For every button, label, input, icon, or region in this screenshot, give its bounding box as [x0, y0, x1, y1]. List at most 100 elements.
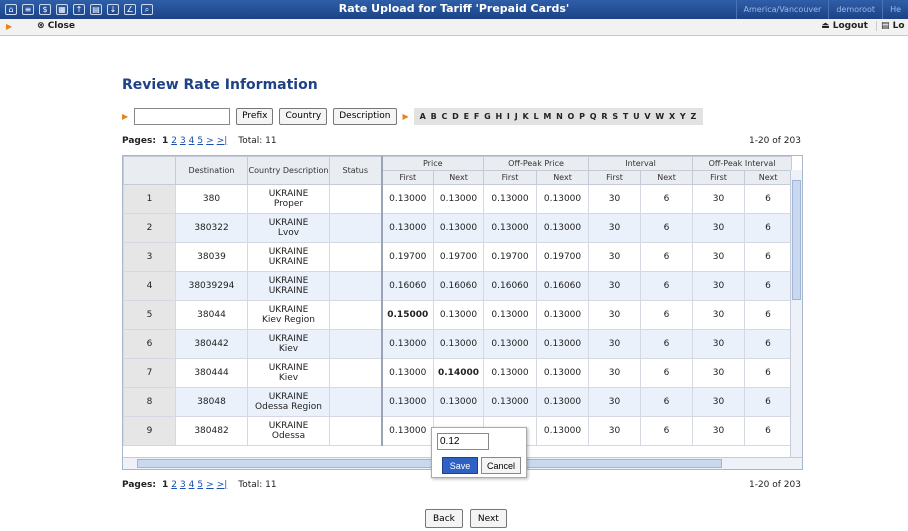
rate-cell[interactable]: 30	[588, 271, 642, 301]
rate-cell[interactable]: 0.19700	[432, 242, 485, 272]
rate-cell[interactable]: 6	[640, 416, 694, 446]
logout-button[interactable]: ⏏ Logout	[821, 21, 868, 31]
rate-cell[interactable]: 30	[692, 271, 746, 301]
rate-cell[interactable]: 0.13000	[380, 213, 434, 243]
rate-cell[interactable]: 30	[692, 358, 746, 388]
rate-cell[interactable]: 0.13000	[536, 213, 590, 243]
page-link[interactable]: 5	[197, 480, 203, 490]
rate-cell[interactable]: 0.13000	[380, 329, 434, 359]
table-row[interactable]: 3 38039 UKRAINE UKRAINE 0.19700 0.19700 0.1970…	[123, 242, 793, 272]
rate-cell[interactable]: 6	[640, 242, 694, 272]
rate-cell[interactable]: 0.13000	[536, 387, 590, 417]
rate-cell[interactable]: 0.19700	[380, 242, 434, 272]
scroll-thumb[interactable]	[792, 180, 801, 300]
next-button[interactable]: Next	[469, 509, 507, 528]
rate-cell[interactable]: 30	[692, 300, 746, 330]
back-button[interactable]: Back	[425, 509, 463, 528]
timezone-link[interactable]: America/Vancouver	[735, 0, 829, 19]
report-icon[interactable]: ▤	[90, 4, 102, 15]
rate-cell[interactable]: 6	[744, 300, 793, 330]
rate-cell[interactable]: 0.13000	[432, 184, 485, 214]
rate-cell[interactable]: 0.19700	[483, 242, 538, 272]
rate-cell[interactable]: 30	[588, 300, 642, 330]
rate-cell[interactable]: 0.13000	[432, 300, 485, 330]
rate-cell[interactable]: 6	[640, 387, 694, 417]
rate-cell[interactable]: 0.16060	[380, 271, 434, 301]
rate-cell[interactable]: 0.13000	[483, 329, 538, 359]
cancel-button[interactable]: Cancel	[481, 457, 521, 474]
description-button[interactable]: Description	[333, 108, 397, 125]
rate-cell[interactable]: 30	[588, 387, 642, 417]
page-link[interactable]: 5	[197, 136, 203, 146]
last-page-link[interactable]: >|	[217, 136, 228, 146]
rate-cell[interactable]: 0.13000	[432, 387, 485, 417]
table-row[interactable]: 1 380 UKRAINE Proper 0.13000 0.13000 0.13000 0.…	[123, 184, 793, 214]
help-link[interactable]: He	[882, 0, 908, 19]
rate-cell[interactable]: 6	[640, 329, 694, 359]
rate-cell[interactable]: 0.15000	[380, 300, 434, 330]
rate-cell[interactable]: 6	[744, 242, 793, 272]
rate-cell[interactable]: 30	[692, 213, 746, 243]
rate-cell[interactable]: 0.13000	[432, 329, 485, 359]
table-row[interactable]: 6 380442 UKRAINE Kiev 0.13000 0.13000 0.13000 0…	[123, 329, 793, 359]
rate-cell[interactable]: 0.13000	[483, 213, 538, 243]
country-header[interactable]: Country Description	[247, 156, 330, 185]
page-link[interactable]: 2	[171, 136, 177, 146]
rate-cell[interactable]: 6	[744, 387, 793, 417]
last-page-link[interactable]: >|	[217, 480, 228, 490]
list-icon[interactable]: ≡	[22, 4, 34, 15]
destination-header[interactable]: Destination	[175, 156, 248, 185]
search-input[interactable]	[134, 108, 231, 125]
rate-cell[interactable]: 30	[692, 329, 746, 359]
page-link[interactable]: 4	[189, 480, 195, 490]
rate-cell[interactable]: 6	[744, 184, 793, 214]
rate-cell[interactable]: 0.13000	[536, 416, 590, 446]
rate-cell[interactable]: 0.13000	[483, 358, 538, 388]
upload-icon[interactable]: ↑	[73, 4, 85, 15]
rate-cell[interactable]: 30	[588, 184, 642, 214]
search-icon[interactable]: ⌕	[141, 4, 153, 15]
page-link[interactable]: 2	[171, 480, 177, 490]
rate-cell[interactable]: 6	[744, 416, 793, 446]
rate-cell[interactable]: 30	[692, 416, 746, 446]
table-row[interactable]: 4 38039294 UKRAINE UKRAINE 0.16060 0.16060 0.1…	[123, 271, 793, 301]
table-row[interactable]: 5 38044 UKRAINE Kiev Region 0.15000 0.13000 0.…	[123, 300, 793, 330]
log-button[interactable]: ▤ Lo	[876, 21, 908, 31]
rate-cell[interactable]: 0.13000	[380, 387, 434, 417]
page-link[interactable]: 4	[189, 136, 195, 146]
rate-cell[interactable]: 6	[744, 358, 793, 388]
rate-cell[interactable]: 0.13000	[536, 358, 590, 388]
page-link[interactable]: 3	[180, 136, 186, 146]
user-name[interactable]: demoroot	[828, 0, 882, 19]
next-page-link[interactable]: >	[206, 136, 214, 146]
rate-cell[interactable]: 6	[744, 213, 793, 243]
dollar-icon[interactable]: $	[39, 4, 51, 15]
rate-cell[interactable]: 30	[692, 387, 746, 417]
close-button[interactable]: ⊗ Close	[37, 21, 75, 31]
rate-cell[interactable]: 30	[588, 213, 642, 243]
rate-cell[interactable]: 0.13000	[483, 300, 538, 330]
rate-cell[interactable]: 0.13000	[536, 184, 590, 214]
rate-cell[interactable]: 0.13000	[536, 300, 590, 330]
home-icon[interactable]: ⌂	[5, 4, 17, 15]
save-button[interactable]: Save	[442, 457, 478, 474]
rate-cell[interactable]: 0.14000	[432, 358, 485, 388]
table-row[interactable]: 7 380444 UKRAINE Kiev 0.13000 0.14000 0.13000 0…	[123, 358, 793, 388]
next-page-link[interactable]: >	[206, 480, 214, 490]
rate-cell[interactable]: 6	[744, 271, 793, 301]
page-link[interactable]: 3	[180, 480, 186, 490]
prefix-button[interactable]: Prefix	[236, 108, 274, 125]
grid-icon[interactable]: ▦	[56, 4, 68, 15]
download-icon[interactable]: ↓	[107, 4, 119, 15]
rate-cell[interactable]: 30	[588, 242, 642, 272]
chart-icon[interactable]: ∠	[124, 4, 136, 15]
rate-cell[interactable]: 0.16060	[536, 271, 590, 301]
rate-cell[interactable]: 6	[640, 213, 694, 243]
status-header[interactable]: Status	[329, 156, 382, 185]
table-row[interactable]: 2 380322 UKRAINE Lvov 0.13000 0.13000 0.13000 0…	[123, 213, 793, 243]
rate-cell[interactable]: 0.13000	[380, 416, 434, 446]
rate-cell[interactable]: 30	[588, 358, 642, 388]
scroll-thumb[interactable]	[137, 459, 722, 468]
rate-cell[interactable]: 0.13000	[380, 184, 434, 214]
rate-cell[interactable]: 6	[640, 184, 694, 214]
